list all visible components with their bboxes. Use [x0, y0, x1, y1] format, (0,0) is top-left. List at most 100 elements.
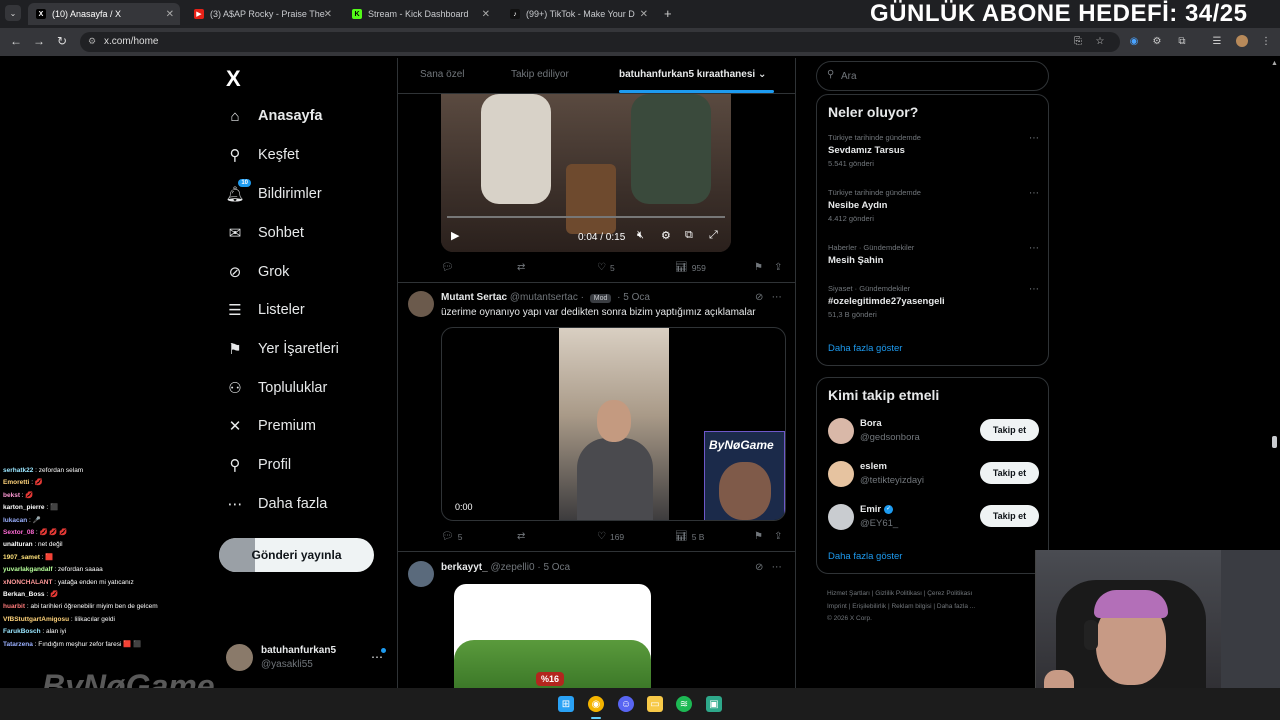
- bookmark-star-icon[interactable]: ☆: [1094, 35, 1106, 47]
- play-icon[interactable]: ▶: [451, 229, 459, 242]
- trends-show-more[interactable]: Daha fazla göster: [828, 343, 902, 354]
- trend-item[interactable]: Türkiye tarihinde gündemde Nesibe Aydın 4.…: [828, 188, 1043, 223]
- chrome-profile-avatar[interactable]: [1236, 35, 1248, 47]
- search-input[interactable]: Ara: [841, 71, 857, 82]
- browser-tab-youtube[interactable]: ▶ (3) A$AP Rocky - Praise The ✕: [186, 3, 338, 25]
- follow-button[interactable]: Takip et: [980, 462, 1039, 484]
- video-progress-bar[interactable]: [447, 216, 725, 218]
- video-player[interactable]: ▶ 0:04 / 0:15 🔇︎ ⚙ ⧉ ⤢: [441, 94, 731, 252]
- scrollbar-thumb[interactable]: [1272, 436, 1277, 448]
- footer-link[interactable]: Hizmet Şartları: [827, 590, 870, 597]
- more-icon[interactable]: ⋯: [1029, 133, 1039, 144]
- footer-link[interactable]: Çerez Politikası: [927, 590, 972, 597]
- scroll-up-icon[interactable]: ▲: [1271, 60, 1278, 67]
- avatar[interactable]: [828, 418, 854, 444]
- follow-button[interactable]: Takip et: [980, 505, 1039, 527]
- share-button[interactable]: ⇪: [774, 262, 786, 273]
- nav-item-9[interactable]: ⚲ Profil: [226, 450, 292, 480]
- trend-item[interactable]: Türkiye tarihinde gündemde Sevdamız Tarsu…: [828, 133, 1043, 168]
- mute-icon[interactable]: 🔇︎: [637, 229, 644, 242]
- close-tab-icon[interactable]: ✕: [166, 9, 174, 20]
- tweet-image[interactable]: %16: [454, 584, 651, 688]
- tab-community[interactable]: batuhanfurkan5 kıraathanesi ⌄: [619, 69, 766, 80]
- forward-icon[interactable]: →: [33, 34, 45, 48]
- more-icon[interactable]: ⋯: [772, 562, 782, 573]
- nav-item-1[interactable]: ⚲ Keşfet: [226, 140, 300, 170]
- footer-link[interactable]: Reklam bilgisi: [891, 603, 931, 610]
- nav-item-8[interactable]: ✕ Premium: [226, 411, 316, 441]
- views-button[interactable]: 📊︎ 959: [675, 262, 706, 273]
- share-button[interactable]: ⇪: [774, 531, 786, 542]
- account-switcher[interactable]: batuhanfurkan5 @yasakli55 ⋯: [226, 642, 386, 678]
- grok-icon[interactable]: ⊘: [755, 292, 763, 303]
- follow-suggestion[interactable]: Emir ✓ @EY61_ Takip et: [828, 502, 1043, 534]
- follow-suggestion[interactable]: eslem @tetikteyizdayi Takip et: [828, 459, 1043, 491]
- nav-item-5[interactable]: ☰ Listeler: [226, 295, 304, 325]
- tab-search-button[interactable]: ⌄: [5, 5, 21, 21]
- browser-tab-kick[interactable]: K Stream - Kick Dashboard ✕: [344, 3, 496, 25]
- app-icon[interactable]: ▣: [706, 696, 722, 712]
- pip-icon[interactable]: ⧉: [685, 229, 693, 242]
- browser-tab-x[interactable]: X (10) Anasayfa / X ✕: [28, 3, 180, 25]
- reading-list-icon[interactable]: ☰: [1211, 35, 1223, 47]
- windows-start-icon[interactable]: ⊞: [558, 696, 574, 712]
- retweet-button[interactable]: ⇄: [517, 262, 529, 273]
- back-icon[interactable]: ←: [10, 34, 22, 48]
- more-icon[interactable]: ⋯: [1029, 284, 1039, 295]
- discord-icon[interactable]: ☺: [618, 696, 634, 712]
- trend-item[interactable]: Haberler · Gündemdekiler Mesih Şahin ⋯: [828, 243, 1043, 266]
- footer-link[interactable]: Gizlilik Politikası: [875, 590, 922, 597]
- avatar[interactable]: [828, 504, 854, 530]
- reload-icon[interactable]: ↻: [57, 34, 67, 48]
- site-info-icon[interactable]: ⚙: [88, 36, 96, 47]
- like-button[interactable]: ♡ 169: [597, 531, 624, 542]
- x-logo[interactable]: X: [226, 66, 241, 92]
- nav-item-4[interactable]: ⊘ Grok: [226, 257, 290, 287]
- tweet-date[interactable]: 5 Oca: [623, 292, 650, 303]
- close-tab-icon[interactable]: ✕: [640, 9, 648, 20]
- extension-audio-icon[interactable]: ◉: [1128, 35, 1140, 47]
- reply-button[interactable]: 💬︎: [441, 262, 458, 273]
- avatar[interactable]: [408, 291, 434, 317]
- avatar[interactable]: [828, 461, 854, 487]
- fullscreen-icon[interactable]: ⤢: [709, 229, 718, 242]
- close-tab-icon[interactable]: ✕: [324, 9, 332, 20]
- extensions-puzzle-icon[interactable]: ⧉: [1176, 35, 1188, 47]
- footer-link[interactable]: Erişilebilirlik: [852, 603, 886, 610]
- nav-item-3[interactable]: ✉ Sohbet: [226, 218, 304, 248]
- video-player[interactable]: 0:00 ByNøGame: [441, 327, 786, 521]
- follow-suggestion[interactable]: Bora @gedsonbora Takip et: [828, 416, 1043, 448]
- follow-button[interactable]: Takip et: [980, 419, 1039, 441]
- author-name[interactable]: berkayyt_: [441, 562, 488, 573]
- spotify-icon[interactable]: ≋: [676, 696, 692, 712]
- retweet-button[interactable]: ⇄: [517, 531, 529, 542]
- chrome-menu-icon[interactable]: ⋮: [1260, 35, 1272, 47]
- nav-item-0[interactable]: ⌂ Anasayfa: [226, 101, 322, 131]
- bookmark-button[interactable]: ⚑: [754, 531, 767, 542]
- footer-link[interactable]: Imprint: [827, 603, 847, 610]
- new-tab-button[interactable]: +: [664, 6, 672, 21]
- settings-gear-icon[interactable]: ⚙: [661, 229, 671, 242]
- file-explorer-icon[interactable]: ▭: [647, 696, 663, 712]
- nav-item-10[interactable]: ⋯ Daha fazla: [226, 489, 328, 519]
- install-app-icon[interactable]: ⎘: [1072, 35, 1084, 47]
- more-icon[interactable]: ⋯: [1029, 243, 1039, 254]
- more-icon[interactable]: ⋯: [1029, 188, 1039, 199]
- browser-tab-tiktok[interactable]: ♪ (99+) TikTok - Make Your D ✕: [502, 3, 654, 25]
- reply-button[interactable]: 💬︎ 5: [441, 531, 462, 542]
- nav-item-6[interactable]: ⚑ Yer İşaretleri: [226, 334, 339, 364]
- grok-icon[interactable]: ⊘: [755, 562, 763, 573]
- tab-following[interactable]: Takip ediliyor: [511, 69, 569, 80]
- like-button[interactable]: ♡ 5: [597, 262, 615, 273]
- footer-link[interactable]: Daha fazla ...: [937, 603, 975, 610]
- tab-for-you[interactable]: Sana özel: [420, 69, 464, 80]
- extension-icon[interactable]: ⚙: [1151, 35, 1163, 47]
- search-box[interactable]: ⚲ Ara: [816, 61, 1049, 91]
- close-tab-icon[interactable]: ✕: [482, 9, 490, 20]
- tweet-date[interactable]: 5 Oca: [543, 562, 570, 573]
- chrome-icon[interactable]: ◉: [588, 696, 604, 712]
- author-handle[interactable]: @zepelli0: [490, 562, 534, 573]
- nav-item-2[interactable]: 🔔︎ 10 Bildirimler: [225, 179, 322, 209]
- post-button[interactable]: Gönderi yayınla: [219, 538, 374, 572]
- bookmark-button[interactable]: ⚑: [754, 262, 767, 273]
